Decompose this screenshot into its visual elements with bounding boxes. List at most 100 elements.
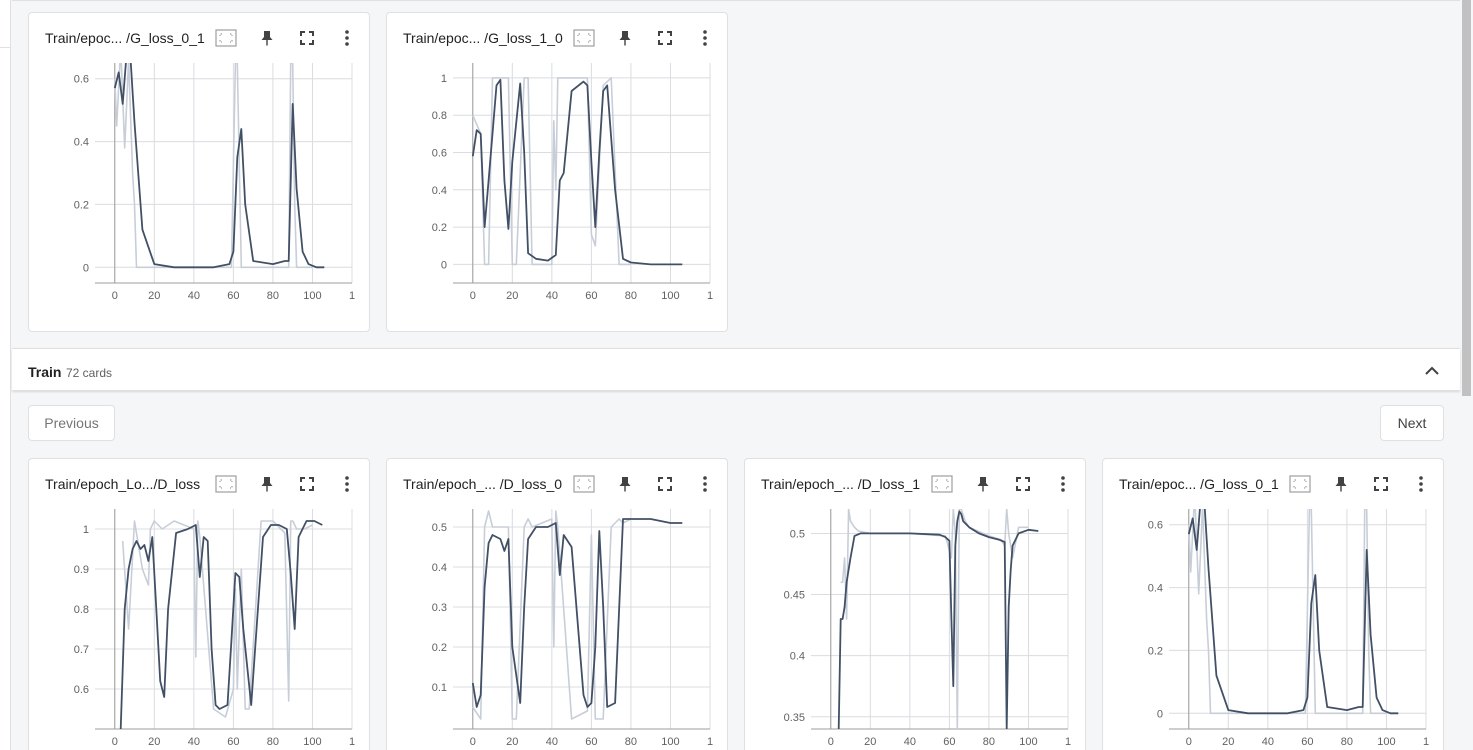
x-tick-label: 80 (625, 736, 637, 748)
y-tick-label: 0.4 (432, 562, 447, 574)
x-tick-label: 20 (506, 290, 518, 302)
card-header: Train/epoc... /G_loss_0_1 (1103, 459, 1443, 507)
x-tick-label: 0 (470, 736, 476, 748)
fit-domain-icon[interactable] (214, 472, 238, 496)
card-title: Train/epoch_... /D_loss_0 (403, 476, 563, 492)
raw-series-line (840, 509, 1029, 729)
pin-icon[interactable] (255, 472, 279, 496)
fit-domain-icon[interactable] (1288, 472, 1312, 496)
line-chart[interactable]: 0 20 40 60 80 100 1 0 0.2 0.4 0.6 (29, 61, 369, 309)
smoothed-series-line (471, 518, 683, 708)
scalar-card: Train/epoc... /G_loss_0_1 0 20 40 60 80 100 1 0 0… (1102, 458, 1444, 750)
x-tick-label: 1 (1065, 736, 1071, 748)
x-tick-label: 40 (546, 736, 558, 748)
y-tick-label: 0.2 (432, 222, 447, 234)
x-tick-label: 60 (227, 736, 239, 748)
grid (811, 509, 1069, 729)
line-chart[interactable]: 0 20 40 60 80 100 1 0.35 0.4 0.45 0.5 (745, 507, 1085, 750)
x-tick-label: 0 (112, 290, 118, 302)
pin-icon[interactable] (613, 26, 637, 50)
card-header: Train/epoc... /G_loss_1_0 (387, 13, 727, 61)
x-tick-label: 1 (349, 290, 355, 302)
fit-domain-icon[interactable] (930, 472, 954, 496)
y-tick-label: 0 (1157, 708, 1163, 720)
x-tick-label: 80 (625, 290, 637, 302)
scalar-card: Train/epoch_Lo.../D_loss 0 20 40 60 80 100 1 0.6… (28, 458, 370, 750)
y-tick-label: 0.2 (1148, 645, 1163, 657)
top-divider (12, 0, 1460, 1)
fit-domain-icon[interactable] (214, 26, 238, 50)
x-tick-label: 80 (267, 290, 279, 302)
y-tick-label: 0 (83, 262, 89, 274)
pin-icon[interactable] (1329, 472, 1353, 496)
vertical-scrollbar[interactable] (1462, 0, 1471, 396)
more-vert-icon[interactable] (1051, 472, 1075, 496)
x-tick-label: 60 (585, 736, 597, 748)
line-chart[interactable]: 0 20 40 60 80 100 1 0.1 0.2 0.3 0.4 0.5 (387, 507, 727, 750)
fullscreen-icon[interactable] (653, 26, 677, 50)
scalars-dashboard: Train/epoc... /G_loss_0_1 0 20 40 60 80 100 1 0 0… (0, 0, 1473, 750)
card-title: Train/epoc... /G_loss_0_1 (45, 30, 205, 46)
x-tick-label: 100 (661, 290, 679, 302)
smoothed-series-line (471, 78, 683, 266)
card-title: Train/epoch_... /D_loss_1 (761, 476, 921, 492)
y-tick-label: 0.6 (1148, 520, 1163, 532)
line-chart[interactable]: 0 20 40 60 80 100 1 0.6 0.7 0.8 0.9 1 (29, 507, 369, 750)
pin-icon[interactable] (613, 472, 637, 496)
line-chart[interactable]: 0 20 40 60 80 100 1 0 0.2 0.4 0.6 0.8 1 (387, 61, 727, 309)
fullscreen-icon[interactable] (295, 472, 319, 496)
more-vert-icon[interactable] (1409, 472, 1433, 496)
card-title: Train/epoc... /G_loss_0_1 (1119, 476, 1279, 492)
y-tick-label: 0.5 (432, 522, 447, 534)
x-tick-label: 0 (828, 736, 834, 748)
x-tick-label: 20 (506, 736, 518, 748)
x-tick-label: 1 (1423, 736, 1429, 748)
grid (453, 509, 711, 729)
x-tick-label: 1 (707, 736, 713, 748)
y-tick-label: 0.45 (784, 590, 805, 602)
y-tick-label: 0.1 (432, 682, 447, 694)
fullscreen-icon[interactable] (295, 26, 319, 50)
group-name: Train (28, 364, 62, 380)
x-tick-label: 20 (148, 290, 160, 302)
more-vert-icon[interactable] (693, 472, 717, 496)
chevron-up-icon[interactable] (1420, 359, 1444, 383)
pin-icon[interactable] (255, 26, 279, 50)
fit-domain-icon[interactable] (572, 26, 596, 50)
more-vert-icon[interactable] (335, 472, 359, 496)
fullscreen-icon[interactable] (1369, 472, 1393, 496)
raw-series-line (121, 520, 313, 718)
y-tick-label: 0.6 (432, 147, 447, 159)
x-tick-label: 80 (1341, 736, 1353, 748)
y-tick-label: 0.4 (432, 185, 447, 197)
x-tick-label: 20 (148, 736, 160, 748)
next-page-button[interactable]: Next (1380, 405, 1444, 441)
y-tick-label: 0.4 (1148, 583, 1163, 595)
y-tick-label: 0.4 (74, 137, 89, 149)
pin-icon[interactable] (971, 472, 995, 496)
y-tick-label: 0.8 (432, 110, 447, 122)
x-tick-label: 20 (1222, 736, 1234, 748)
x-tick-label: 100 (1019, 736, 1037, 748)
y-tick-label: 0.6 (74, 74, 89, 86)
fullscreen-icon[interactable] (653, 472, 677, 496)
y-tick-label: 1 (441, 73, 447, 85)
x-tick-label: 40 (188, 736, 200, 748)
y-tick-label: 0.2 (74, 199, 89, 211)
card-header: Train/epoch_... /D_loss_0 (387, 459, 727, 507)
card-group-header[interactable]: Train 72 cards (12, 348, 1460, 391)
x-tick-label: 60 (943, 736, 955, 748)
fit-domain-icon[interactable] (572, 472, 596, 496)
scalar-card: Train/epoch_... /D_loss_0 0 20 40 60 80 100 1 0.… (386, 458, 728, 750)
fullscreen-icon[interactable] (1011, 472, 1035, 496)
previous-page-button[interactable]: Previous (28, 405, 115, 441)
card-header: Train/epoch_... /D_loss_1 (745, 459, 1085, 507)
y-tick-label: 0.9 (74, 564, 89, 576)
more-vert-icon[interactable] (693, 26, 717, 50)
y-tick-label: 0.35 (784, 712, 805, 724)
y-tick-label: 0.4 (790, 651, 805, 663)
y-tick-label: 0 (441, 259, 447, 271)
line-chart[interactable]: 0 20 40 60 80 100 1 0 0.2 0.4 0.6 (1103, 507, 1443, 750)
y-tick-label: 0.6 (74, 684, 89, 696)
more-vert-icon[interactable] (335, 26, 359, 50)
